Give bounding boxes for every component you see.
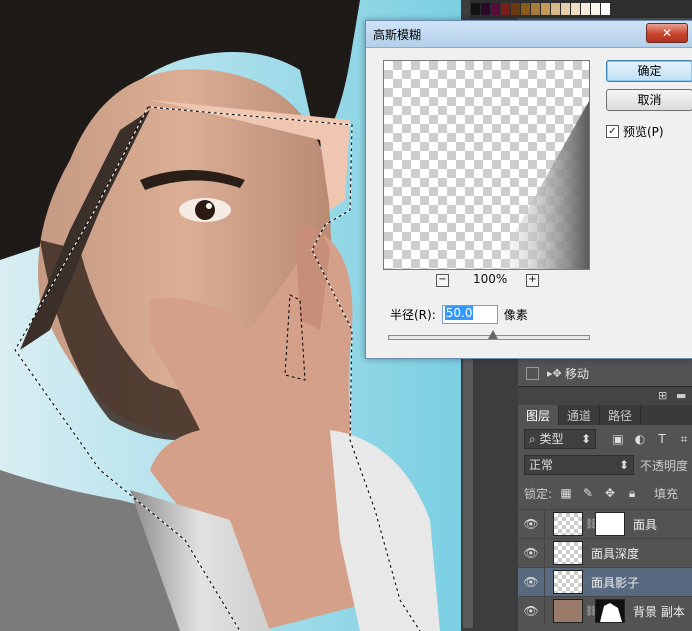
opacity-label: 不透明度 (640, 458, 689, 473)
swatch[interactable] (581, 3, 590, 15)
radius-input[interactable]: 50.0 (441, 305, 498, 324)
layer-mask-thumbnail[interactable] (595, 599, 625, 623)
history-state-label: 移动 (565, 366, 590, 381)
layer-thumbnail (553, 512, 583, 536)
zoom-out-button[interactable]: − (436, 274, 449, 287)
layer-row[interactable]: 👁︎ ⛓︎ 背景 副本 (518, 596, 692, 625)
blend-mode-select[interactable]: 正常 ⬍ (524, 455, 634, 475)
mask-shape (600, 603, 622, 622)
dialog-title: 高斯模糊 (373, 28, 422, 42)
swatch[interactable] (471, 3, 480, 15)
layer-thumbnail (553, 599, 583, 623)
blur-preview[interactable] (383, 60, 590, 270)
zoom-in-button[interactable]: + (526, 274, 539, 287)
lock-all-icon[interactable]: 🔒︎ (624, 485, 640, 501)
layer-name: 面具深度 (591, 546, 640, 561)
history-snapshot-checkbox[interactable] (526, 366, 539, 380)
preview-checkbox-label: 预览(P) (623, 125, 664, 139)
layer-row[interactable]: 👁︎ 面具深度 (518, 538, 692, 567)
layer-filter-row: ⌕ 类型 ⬍ ▣ ◐ T ⌗ (518, 426, 692, 452)
lock-row: 锁定: ▦ ✎ ✥ 🔒︎ 填充 (518, 480, 692, 506)
swatch[interactable] (481, 3, 490, 15)
eye-icon[interactable]: 👁︎ (518, 510, 545, 538)
layer-name: 背景 副本 (633, 604, 685, 619)
image-filter-icon[interactable]: ▣ (610, 431, 626, 447)
swatch[interactable] (541, 3, 550, 15)
type-filter-icon[interactable]: T (654, 431, 670, 447)
lock-paint-icon[interactable]: ✎ (580, 485, 596, 501)
eye-icon[interactable]: 👁︎ (518, 539, 545, 567)
chevron-down-icon: ⬍ (618, 458, 629, 472)
eye-icon[interactable]: 👁︎ (518, 597, 545, 625)
gaussian-blur-dialog: 高斯模糊 ✕ − 100% + 确定 取消 ✓ 预览(P) 半径(R): 50.… (365, 20, 692, 359)
trash-icon[interactable]: ▬ (676, 389, 690, 402)
cancel-button[interactable]: 取消 (606, 89, 692, 111)
history-state-row[interactable]: ▸✥ 移动 (518, 362, 692, 384)
lock-transparent-icon[interactable]: ▦ (558, 485, 574, 501)
move-tool-icon: ▸✥ (547, 366, 562, 380)
chevron-down-icon: ⬍ (580, 432, 591, 446)
eye-icon[interactable]: 👁︎ (518, 568, 545, 596)
layer-name: 面具 (633, 517, 658, 532)
preview-image (494, 101, 589, 269)
swatch[interactable] (571, 3, 580, 15)
swatch[interactable] (591, 3, 600, 15)
fill-label: 填充 (654, 486, 679, 501)
dialog-titlebar[interactable]: 高斯模糊 ✕ (366, 21, 692, 48)
new-snapshot-icon[interactable]: ⊞ (658, 389, 672, 402)
radius-slider-thumb[interactable] (488, 330, 499, 339)
swatch[interactable] (501, 3, 510, 15)
radius-label: 半径(R): (390, 308, 436, 322)
swatch[interactable] (521, 3, 530, 15)
tab-layers[interactable]: 图层 (518, 405, 560, 425)
chain-link-icon[interactable]: ⛓︎ (585, 606, 598, 617)
history-panel-footer: ⊞ ▬ (518, 386, 692, 405)
radius-row: 半径(R): 50.0 像素 (390, 305, 528, 324)
blend-row: 正常 ⬍ 不透明度 (518, 452, 692, 478)
swatch[interactable] (551, 3, 560, 15)
shape-filter-icon[interactable]: ⌗ (676, 431, 692, 447)
close-icon: ✕ (661, 26, 673, 40)
swatches-panel[interactable] (470, 0, 692, 18)
layer-row[interactable]: 👁︎ ⛓︎ 面具 (518, 509, 692, 538)
preview-checkbox[interactable]: ✓ 预览(P) (606, 123, 664, 140)
layer-thumbnail (553, 541, 583, 565)
radius-unit: 像素 (503, 308, 528, 322)
adjustment-filter-icon[interactable]: ◐ (632, 431, 648, 447)
swatch[interactable] (531, 3, 540, 15)
panel-scrollbar[interactable] (463, 358, 473, 628)
layer-filter-select[interactable]: ⌕ 类型 ⬍ (524, 429, 596, 449)
layer-thumbnail (553, 570, 583, 594)
close-button[interactable]: ✕ (646, 23, 688, 43)
tab-paths[interactable]: 路径 (600, 405, 642, 425)
checkmark-icon[interactable]: ✓ (606, 125, 619, 138)
swatch[interactable] (561, 3, 570, 15)
tab-channels[interactable]: 通道 (559, 405, 601, 425)
search-icon: ⌕ (529, 432, 540, 446)
ok-button[interactable]: 确定 (606, 60, 692, 82)
layer-name: 面具影子 (591, 575, 640, 590)
swatch[interactable] (601, 3, 610, 15)
layers-panel-tabs: 图层 通道 路径 (518, 405, 692, 425)
chain-link-icon[interactable]: ⛓︎ (585, 519, 598, 530)
lock-label: 锁定: (524, 486, 553, 501)
zoom-level: 100% (473, 272, 508, 286)
layer-row-selected[interactable]: 👁︎ 面具影子 (518, 567, 692, 596)
layer-mask-thumbnail[interactable] (595, 512, 625, 536)
swatch[interactable] (511, 3, 520, 15)
swatch[interactable] (491, 3, 500, 15)
lock-position-icon[interactable]: ✥ (602, 485, 618, 501)
